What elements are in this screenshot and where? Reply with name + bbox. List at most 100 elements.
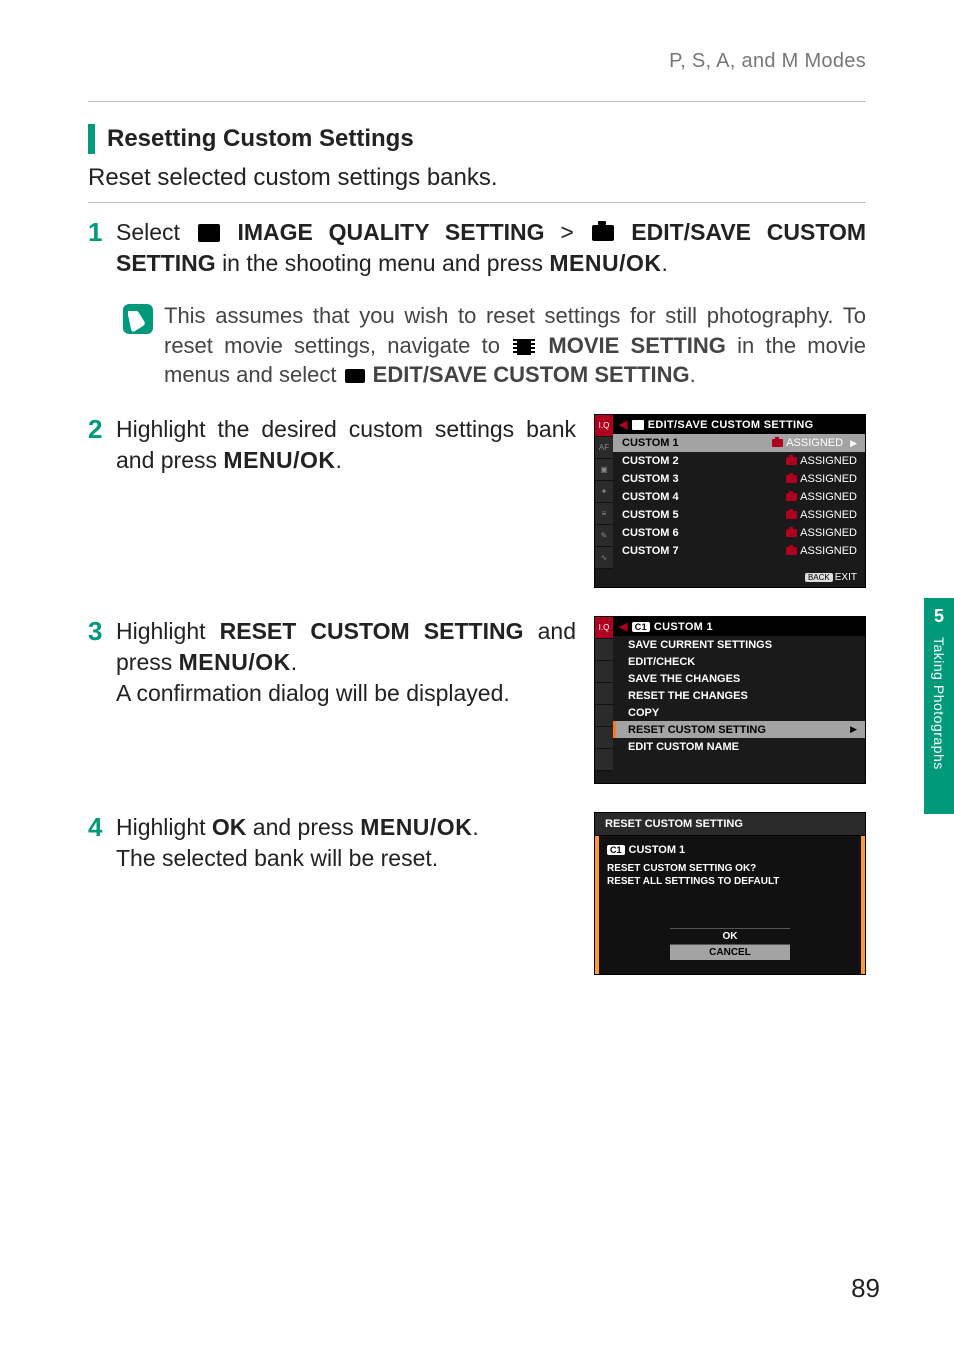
camera-icon	[786, 493, 797, 501]
menu-item-label: CUSTOM 3	[622, 473, 679, 485]
text: Highlight the desired custom settings ba…	[116, 416, 576, 473]
text: and press	[253, 814, 360, 840]
period: .	[291, 649, 297, 675]
menu-item-label: COPY	[628, 707, 659, 719]
step-body: Highlight RESET CUSTOM SETTING and press…	[116, 616, 576, 784]
menu-item[interactable]: CUSTOM 6 ASSIGNED	[613, 524, 865, 542]
menu-item-label: EDIT CUSTOM NAME	[628, 741, 739, 753]
chapter-side-tab: 5 Taking Photographs	[924, 598, 954, 814]
menu-item-label: SAVE CURRENT SETTINGS	[628, 639, 772, 651]
menu-item[interactable]: CUSTOM 7 ASSIGNED	[613, 542, 865, 560]
chapter-number: 5	[934, 606, 944, 627]
camera-icon	[786, 529, 797, 537]
menu-item-status: ASSIGNED	[786, 527, 857, 539]
tab-icon: ▣	[595, 459, 613, 481]
menu-item-label: CUSTOM 5	[622, 509, 679, 521]
step-body: Select IMAGE QUALITY SETTING > EDIT/SAVE…	[116, 217, 866, 279]
menu-item-label: CUSTOM 2	[622, 455, 679, 467]
chapter-label: Taking Photographs	[931, 637, 947, 770]
tab-iq-icon: I.Q	[595, 415, 613, 437]
step-body: Highlight OK and press MENU/OK. The sele…	[116, 812, 576, 975]
dialog-body: C1CUSTOM 1 RESET CUSTOM SETTING OK? RESE…	[594, 836, 866, 975]
menu-item[interactable]: SAVE THE CHANGES	[613, 670, 865, 687]
tab-icon	[595, 683, 613, 705]
gt: >	[560, 219, 589, 245]
chevron-right-icon: ▶	[850, 438, 857, 449]
camera-icon	[786, 547, 797, 555]
screen-footer	[613, 769, 865, 783]
tab-icon: ∿	[595, 547, 613, 569]
camera-icon	[592, 225, 614, 241]
tab-icon	[595, 705, 613, 727]
text: Select	[116, 219, 196, 245]
step-number: 2	[88, 414, 116, 588]
camera-icon	[786, 475, 797, 483]
menu-item[interactable]: EDIT CUSTOM NAME	[613, 738, 865, 755]
tab-icon: ≡	[595, 503, 613, 525]
step-number: 1	[88, 217, 116, 279]
c1-badge: C1	[632, 622, 650, 632]
section-accent-bar	[88, 124, 95, 154]
iq-label: IMAGE QUALITY SETTING	[237, 219, 544, 245]
tab-icon	[595, 661, 613, 683]
menu-ok-label: MENU/OK	[360, 814, 472, 840]
running-head: P, S, A, and M Modes	[88, 50, 866, 73]
dialog-ok-button[interactable]: OK	[670, 928, 790, 945]
screen-title: ◀ EDIT/SAVE CUSTOM SETTING	[613, 415, 865, 434]
menu-item-label: CUSTOM 6	[622, 527, 679, 539]
menu-item[interactable]: RESET THE CHANGES	[613, 687, 865, 704]
text: A confirmation dialog will be displayed.	[116, 680, 510, 706]
tab-iq-icon: I.Q	[595, 617, 613, 639]
tab-icon: ✦	[595, 481, 613, 503]
note-text: This assumes that you wish to reset sett…	[164, 301, 866, 390]
chevron-right-icon: ▶	[850, 724, 857, 735]
period: .	[472, 814, 478, 840]
text: Highlight	[116, 618, 220, 644]
divider-mid	[88, 202, 866, 203]
dialog-header: RESET CUSTOM SETTING	[594, 812, 866, 836]
dialog-cancel-button[interactable]: CANCEL	[670, 945, 790, 960]
menu-item[interactable]: CUSTOM 4ASSIGNED	[613, 488, 865, 506]
menu-item-label: EDIT/CHECK	[628, 656, 695, 668]
menu-item[interactable]: RESET CUSTOM SETTING▶	[613, 721, 865, 738]
camera-icon	[786, 511, 797, 519]
dialog-question-2: RESET ALL SETTINGS TO DEFAULT	[607, 875, 853, 888]
text: The selected bank will be reset.	[116, 845, 438, 871]
ok-label: OK	[212, 814, 247, 840]
tab-icon: ✎	[595, 525, 613, 547]
movie-setting-icon	[513, 339, 535, 355]
text: Highlight	[116, 814, 212, 840]
menu-item[interactable]: SAVE CURRENT SETTINGS	[613, 636, 865, 653]
tab-icon	[595, 727, 613, 749]
menu-item[interactable]: CUSTOM 2ASSIGNED	[613, 452, 865, 470]
menu-item[interactable]: CUSTOM 3ASSIGNED	[613, 470, 865, 488]
period: .	[336, 447, 342, 473]
menu-item-status: ASSIGNED	[786, 545, 857, 557]
arrow-left-icon: ◀	[619, 620, 628, 633]
menu-ok-label: MENU/OK	[549, 250, 661, 276]
menu-item[interactable]: CUSTOM 5ASSIGNED	[613, 506, 865, 524]
screenshot-reset-dialog: RESET CUSTOM SETTING C1CUSTOM 1 RESET CU…	[594, 812, 866, 975]
note-icon	[122, 303, 154, 335]
note: This assumes that you wish to reset sett…	[122, 301, 866, 390]
menu-item[interactable]: EDIT/CHECK	[613, 653, 865, 670]
menu-item[interactable]: COPY	[613, 704, 865, 721]
arrow-left-icon: ◀	[619, 418, 628, 431]
menu-item-status: ASSIGNED	[786, 491, 857, 503]
menu-item-label: CUSTOM 7	[622, 545, 679, 557]
menu-tabs: I.Q AF ▣ ✦ ≡ ✎ ∿	[595, 415, 613, 569]
menu-ok-label: MENU/OK	[179, 649, 291, 675]
title-text: EDIT/SAVE CUSTOM SETTING	[648, 419, 814, 431]
back-badge: BACK	[805, 573, 833, 582]
step-body: Highlight the desired custom settings ba…	[116, 414, 576, 588]
camera-icon	[632, 420, 644, 430]
manual-page: P, S, A, and M Modes Resetting Custom Se…	[0, 0, 954, 1346]
menu-item-label: RESET THE CHANGES	[628, 690, 748, 702]
menu-item[interactable]: CUSTOM 1ASSIGNED▶	[613, 434, 865, 452]
step-number: 4	[88, 812, 116, 975]
page-number: 89	[851, 1273, 880, 1304]
menu-item-label: CUSTOM 1	[622, 437, 679, 449]
screenshot-edit-save: I.Q AF ▣ ✦ ≡ ✎ ∿ ◀ EDIT/SAVE CUSTOM SETT…	[594, 414, 866, 588]
step-3-row: 3 Highlight RESET CUSTOM SETTING and pre…	[88, 616, 866, 784]
section-title: Resetting Custom Settings	[107, 125, 414, 153]
